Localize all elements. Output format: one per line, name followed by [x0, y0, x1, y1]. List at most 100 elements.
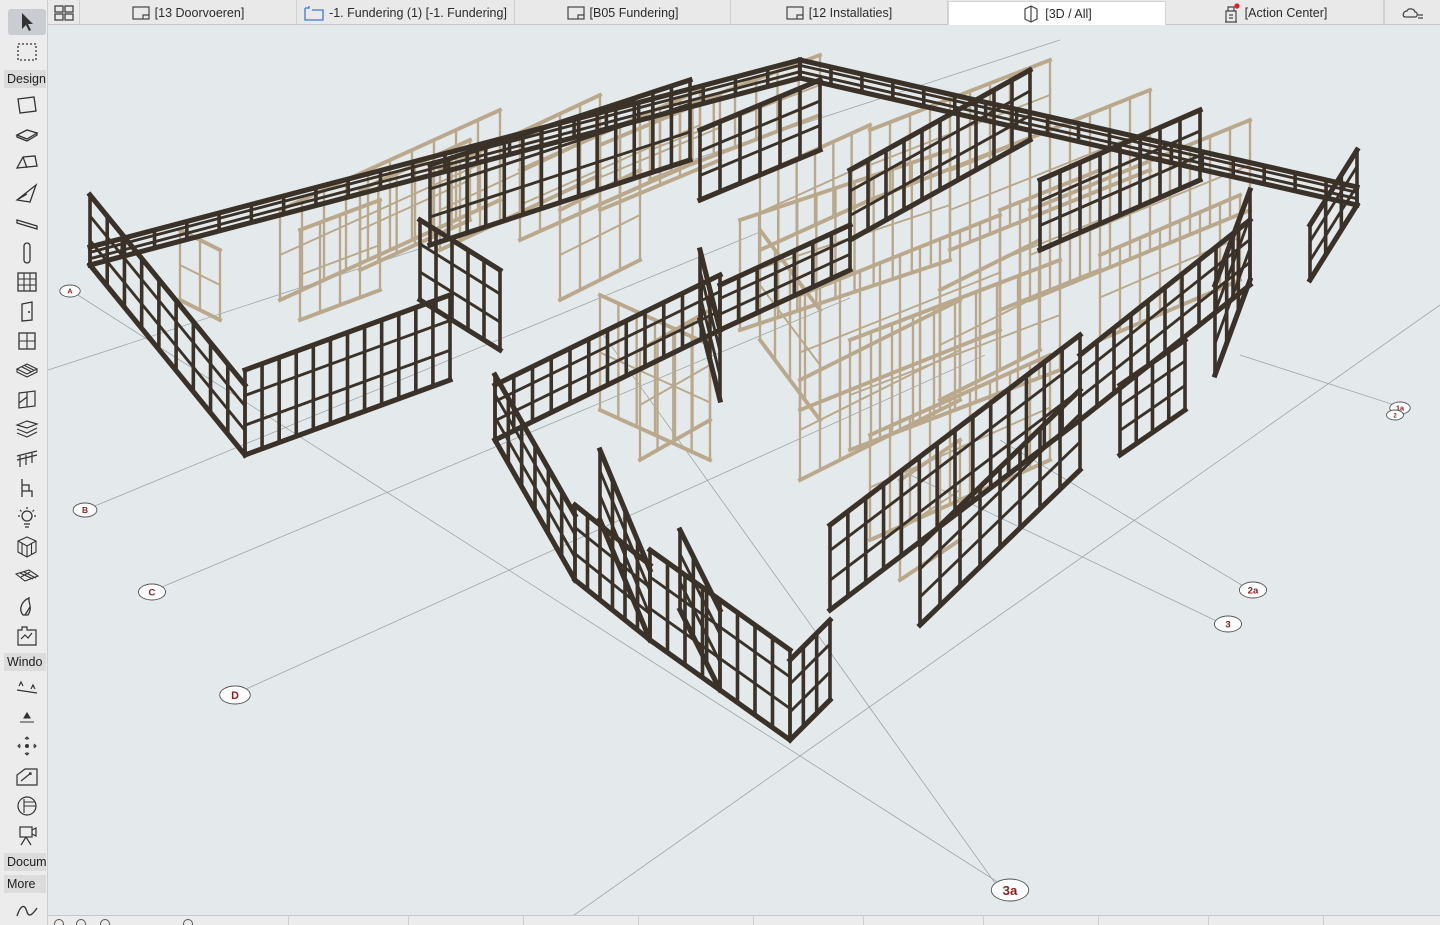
status-cell[interactable] — [288, 916, 289, 925]
document-section-label[interactable]: Docum — [4, 853, 46, 871]
tab-label: -1. Fundering (1) [-1. Fundering] — [329, 5, 507, 20]
status-cell[interactable] — [1208, 916, 1209, 925]
frame-wall — [1306, 146, 1361, 284]
camera-tool[interactable] — [8, 822, 46, 848]
door-tool[interactable] — [8, 299, 46, 325]
window-tool[interactable] — [8, 328, 46, 354]
marquee-tool[interactable] — [8, 39, 46, 65]
tab-label: [B05 Fundering] — [589, 5, 679, 20]
frame-wall — [86, 191, 249, 459]
tab-installaties[interactable]: [12 Installaties] — [731, 0, 948, 25]
hotspot-tool[interactable] — [8, 733, 46, 759]
column-icon — [23, 242, 31, 264]
level-dimension-tool[interactable] — [8, 704, 46, 730]
slab-tool[interactable] — [8, 121, 46, 147]
dimension-tool[interactable] — [8, 676, 46, 702]
more-section-label[interactable]: More — [4, 875, 46, 893]
grid-marker[interactable]: 3 — [1213, 615, 1243, 633]
railing-tool[interactable] — [8, 387, 46, 413]
orbit-icon[interactable] — [183, 919, 193, 925]
frame-wall — [786, 616, 834, 744]
zoom-out-icon[interactable] — [54, 919, 64, 925]
spline-tool[interactable] — [8, 898, 46, 924]
wall-tool[interactable] — [8, 92, 46, 118]
grid-line — [999, 439, 1251, 591]
grid-marker[interactable]: 2a — [1238, 581, 1268, 599]
elevation-tool[interactable] — [8, 793, 46, 819]
status-cell[interactable] — [1098, 916, 1099, 925]
status-cell[interactable] — [753, 916, 754, 925]
grid-line — [1239, 354, 1411, 411]
tab-fundering[interactable]: -1. Fundering (1) [-1. Fundering] — [297, 0, 515, 25]
object-tool[interactable] — [8, 475, 46, 501]
curtain-wall-icon — [17, 272, 37, 292]
lamp-tool[interactable] — [8, 504, 46, 530]
beam-icon — [16, 219, 38, 230]
design-section-label[interactable]: Design — [4, 70, 46, 88]
status-cell[interactable] — [983, 916, 984, 925]
floor-plan-icon — [304, 5, 324, 21]
mesh-icon — [15, 420, 39, 438]
fit-view-icon[interactable] — [100, 919, 110, 925]
frame-wall — [241, 291, 454, 459]
grid-marker-label: 3 — [1225, 620, 1230, 631]
status-cell[interactable] — [523, 916, 524, 925]
grid-marker-label: A — [67, 287, 72, 296]
grid-marker-label: D — [231, 690, 239, 702]
grid-marker[interactable]: D — [219, 685, 251, 705]
status-cell[interactable] — [1323, 916, 1324, 925]
grid-marker[interactable]: 3a — [990, 878, 1030, 902]
stair-tool[interactable] — [8, 357, 46, 383]
plan-view-icon — [786, 5, 804, 20]
window-icon — [18, 332, 36, 350]
grid-layout-icon — [53, 4, 74, 21]
shell-tool[interactable] — [8, 180, 46, 206]
label-icon — [17, 626, 37, 646]
plan-view-icon — [566, 5, 585, 20]
cloud-collaboration-button[interactable] — [1384, 0, 1440, 25]
status-cell[interactable] — [408, 916, 409, 925]
grid-marker[interactable]: B — [72, 502, 98, 518]
label-tool[interactable] — [8, 623, 46, 649]
tab-label: [3D / All] — [1045, 6, 1092, 21]
grid-marker-label: 3a — [1003, 883, 1018, 898]
grid-marker[interactable]: A — [59, 284, 81, 298]
arrow-tool[interactable] — [8, 9, 46, 35]
chair-icon — [21, 479, 33, 497]
toolbox-panel: Design Windo Docum More — [0, 0, 48, 925]
level-icon — [20, 711, 34, 723]
arrow-pointer-icon — [22, 13, 33, 31]
3d-model-scene: ABCD1a22a33a — [48, 39, 1440, 915]
grid-marker[interactable]: 2 — [1386, 409, 1404, 421]
tab-b05-fundering[interactable]: [B05 Fundering] — [515, 0, 731, 25]
tab-action-center[interactable]: [Action Center] — [1166, 0, 1384, 25]
morph-tool[interactable] — [8, 534, 46, 560]
frame-wall — [997, 167, 1103, 313]
status-cell[interactable] — [863, 916, 864, 925]
3d-view-icon — [1024, 4, 1038, 23]
ramp-tool[interactable] — [8, 446, 46, 472]
grid-marker-label: C — [149, 588, 156, 599]
fill-tool[interactable] — [8, 593, 46, 619]
roof-icon — [15, 155, 38, 169]
tab-label: [12 Installaties] — [808, 5, 893, 20]
column-tool[interactable] — [8, 240, 46, 266]
window-section-label[interactable]: Windo — [4, 653, 46, 671]
camera-icon — [19, 826, 37, 846]
roof-tool[interactable] — [8, 150, 46, 176]
status-cell[interactable] — [638, 916, 639, 925]
curtain-wall-tool[interactable] — [8, 269, 46, 295]
tab-layout-button[interactable] — [48, 0, 80, 25]
elevation-icon — [17, 796, 37, 816]
grid-marker[interactable]: C — [137, 583, 167, 601]
mesh-tool[interactable] — [8, 416, 46, 442]
zoom-in-icon[interactable] — [76, 919, 86, 925]
zone-tool[interactable] — [8, 564, 46, 590]
beam-tool[interactable] — [8, 210, 46, 236]
tab-label: [Action Center] — [1244, 5, 1328, 20]
3d-viewport[interactable]: A B C D 1a 2 2a 3 3a — [48, 25, 1440, 915]
tab-doorvoeren[interactable]: [13 Doorvoeren] — [80, 0, 297, 25]
tab-3d-all[interactable]: [3D / All] — [948, 1, 1166, 25]
door-icon — [21, 301, 33, 322]
section-tool[interactable] — [8, 763, 46, 789]
